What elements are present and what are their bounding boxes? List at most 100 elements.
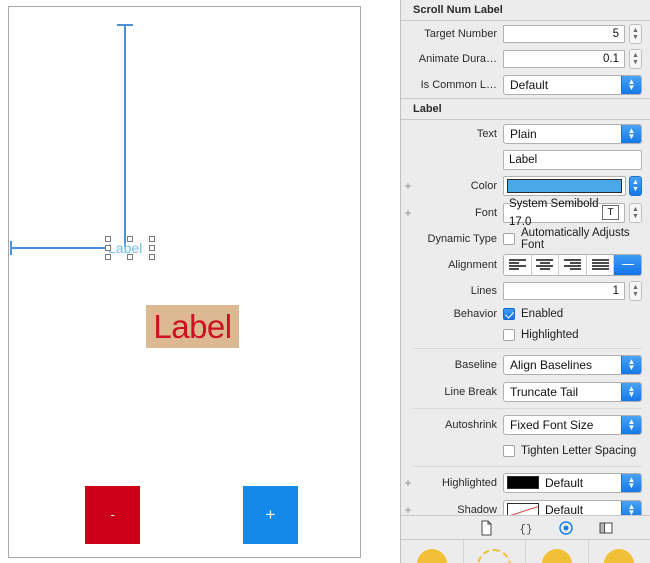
resize-handle-middle-left[interactable] bbox=[105, 245, 111, 251]
row-behavior-enabled: Behavior Enabled bbox=[401, 303, 650, 324]
quick-help-inspector-icon[interactable]: {} bbox=[517, 520, 535, 536]
font-label: Font bbox=[474, 206, 497, 219]
align-justified-icon bbox=[591, 259, 609, 270]
color-swatch-fill bbox=[507, 178, 622, 193]
chevron-updown-icon[interactable]: ▲ ▼ bbox=[621, 355, 641, 374]
view-controller-scene[interactable]: Label Label - + bbox=[8, 6, 361, 558]
autoshrink-popup[interactable]: Fixed Font Size ▲ ▼ bbox=[503, 414, 642, 435]
font-value: System Semibold 17.0 bbox=[509, 197, 599, 228]
chevron-updown-icon[interactable]: ▲ ▼ bbox=[621, 415, 641, 434]
stepper-down-icon[interactable]: ▼ bbox=[632, 59, 639, 66]
color-swatch-button[interactable] bbox=[503, 175, 626, 196]
add-highlighted-variation-button[interactable]: + bbox=[401, 477, 415, 489]
stepper-up-icon[interactable]: ▲ bbox=[632, 52, 639, 59]
highlighted-color-value: Default bbox=[545, 475, 584, 490]
size-inspector-icon[interactable] bbox=[597, 520, 615, 536]
enabled-checkbox[interactable] bbox=[503, 307, 515, 320]
library-item-code-snippet[interactable] bbox=[464, 540, 526, 563]
lines-input[interactable]: 1 bbox=[503, 281, 625, 300]
section-title-label: Label bbox=[413, 103, 442, 115]
attributes-inspector-panel[interactable]: Scroll Num Label Target Number 5 ▲ ▼ Ani… bbox=[400, 0, 650, 563]
row-baseline: Baseline Align Baselines ▲ ▼ bbox=[401, 351, 650, 378]
enabled-label: Enabled bbox=[521, 307, 564, 320]
color-popup-chevron-icon[interactable]: ▲ ▼ bbox=[629, 175, 642, 196]
resize-handle-middle-right[interactable] bbox=[149, 245, 155, 251]
library-item-object[interactable] bbox=[526, 540, 589, 563]
tighten-letter-spacing-checkbox[interactable] bbox=[503, 444, 515, 457]
row-dynamic-type: Dynamic Type Automatically Adjusts Font bbox=[401, 226, 650, 251]
highlighted-checkbox[interactable] bbox=[503, 328, 515, 341]
is-common-popup[interactable]: Default ▲ ▼ bbox=[503, 74, 642, 95]
animate-duration-label: Animate Dura… bbox=[418, 52, 497, 65]
row-text-content: Label bbox=[401, 147, 650, 172]
line-break-popup[interactable]: Truncate Tail ▲ ▼ bbox=[503, 381, 642, 402]
target-number-input[interactable]: 5 bbox=[503, 24, 625, 43]
inspector-selector-bar[interactable]: {} bbox=[401, 515, 650, 540]
decrement-button[interactable]: - bbox=[85, 486, 140, 544]
media-library-icon bbox=[604, 549, 635, 563]
add-shadow-variation-button[interactable]: + bbox=[401, 504, 415, 516]
row-font: + Font System Semibold 17.0 T ▲ ▼ bbox=[401, 198, 650, 228]
library-item-media[interactable] bbox=[589, 540, 650, 563]
baseline-popup[interactable]: Align Baselines ▲ ▼ bbox=[503, 354, 642, 375]
align-center-button[interactable] bbox=[531, 254, 560, 275]
resize-handle-top-center[interactable] bbox=[127, 236, 133, 242]
automatically-adjusts-font-label: Automatically Adjusts Font bbox=[521, 226, 630, 251]
object-library-icon bbox=[541, 549, 572, 563]
row-animate-duration: Animate Dura… 0.1 ▲ ▼ bbox=[401, 46, 650, 71]
increment-button[interactable]: + bbox=[243, 486, 298, 544]
font-size-stepper[interactable]: ▲ ▼ bbox=[629, 202, 642, 223]
resize-handle-bottom-left[interactable] bbox=[105, 254, 111, 260]
tighten-letter-spacing-label: Tighten Letter Spacing bbox=[521, 444, 637, 457]
resize-handle-top-left[interactable] bbox=[105, 236, 111, 242]
row-line-break: Line Break Truncate Tail ▲ ▼ bbox=[401, 378, 650, 405]
stepper-up-icon[interactable]: ▲ bbox=[632, 27, 639, 34]
animate-duration-stepper[interactable]: ▲ ▼ bbox=[629, 48, 642, 69]
resize-handle-bottom-center[interactable] bbox=[127, 254, 133, 260]
chevron-updown-icon[interactable]: ▲ ▼ bbox=[621, 75, 641, 94]
big-label-object[interactable]: Label bbox=[146, 305, 239, 348]
resize-handle-bottom-right[interactable] bbox=[149, 254, 155, 260]
shadow-color-label: Shadow bbox=[457, 503, 497, 516]
chevron-updown-icon[interactable]: ▲ ▼ bbox=[621, 124, 641, 143]
selected-label-object[interactable]: Label bbox=[105, 236, 155, 260]
highlighted-color-popup[interactable]: Default ▲ ▼ bbox=[503, 472, 642, 493]
automatically-adjusts-font-checkbox[interactable] bbox=[503, 232, 515, 245]
add-font-variation-button[interactable]: + bbox=[401, 207, 415, 219]
row-text-style: Text Plain ▲ ▼ bbox=[401, 120, 650, 147]
stepper-down-icon[interactable]: ▼ bbox=[632, 34, 639, 41]
text-content-input[interactable]: Label bbox=[503, 149, 642, 170]
stepper-up-icon[interactable]: ▲ bbox=[632, 284, 639, 291]
highlighted-color-swatch[interactable] bbox=[507, 476, 539, 489]
storyboard-canvas[interactable]: Label Label - + bbox=[0, 0, 400, 563]
align-natural-button[interactable] bbox=[614, 254, 641, 275]
font-picker-icon[interactable]: T bbox=[602, 205, 619, 220]
vertical-constraint-line[interactable] bbox=[124, 25, 126, 247]
library-palette-bar[interactable] bbox=[401, 539, 650, 563]
chevron-updown-icon[interactable]: ▲ ▼ bbox=[621, 382, 641, 401]
highlighted-color-label: Highlighted bbox=[441, 476, 497, 489]
row-lines: Lines 1 ▲ ▼ bbox=[401, 278, 650, 303]
horizontal-constraint-line[interactable] bbox=[11, 247, 110, 249]
identity-inspector-icon[interactable] bbox=[557, 520, 575, 536]
font-field[interactable]: System Semibold 17.0 T bbox=[503, 198, 625, 228]
align-center-icon bbox=[536, 259, 554, 270]
add-color-variation-button[interactable]: + bbox=[401, 180, 415, 192]
chevron-updown-icon[interactable]: ▲ ▼ bbox=[621, 473, 641, 492]
horizontal-constraint-cap-icon bbox=[10, 241, 12, 255]
resize-handle-top-right[interactable] bbox=[149, 236, 155, 242]
library-item-file-template[interactable] bbox=[401, 540, 464, 563]
lines-stepper[interactable]: ▲ ▼ bbox=[629, 280, 642, 301]
file-inspector-icon[interactable] bbox=[477, 520, 495, 536]
stepper-up-icon[interactable]: ▲ bbox=[632, 206, 639, 213]
alignment-segmented-control[interactable] bbox=[503, 253, 642, 276]
align-right-button[interactable] bbox=[559, 254, 587, 275]
target-number-stepper[interactable]: ▲ ▼ bbox=[629, 23, 642, 44]
text-style-popup[interactable]: Plain ▲ ▼ bbox=[503, 123, 642, 144]
align-left-button[interactable] bbox=[504, 254, 532, 275]
stepper-down-icon[interactable]: ▼ bbox=[632, 213, 639, 220]
align-justified-button[interactable] bbox=[586, 254, 615, 275]
stepper-down-icon[interactable]: ▼ bbox=[632, 291, 639, 298]
align-natural-icon bbox=[619, 263, 636, 266]
animate-duration-input[interactable]: 0.1 bbox=[503, 49, 625, 68]
